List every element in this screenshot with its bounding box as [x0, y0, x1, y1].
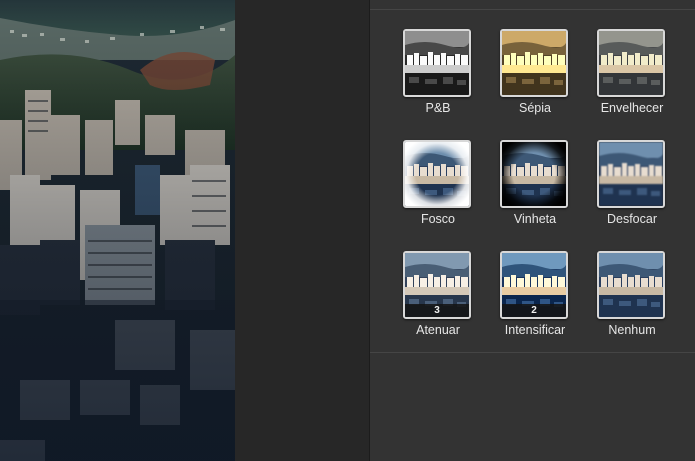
effect-blur-thumbnail[interactable] — [597, 140, 665, 208]
effect-sepia[interactable]: Sépia — [497, 29, 573, 119]
city-photo — [0, 0, 235, 461]
effect-boost-thumbnail[interactable]: 2 — [500, 251, 568, 319]
effect-label: Nenhum — [608, 323, 656, 337]
effect-aged-thumbnail[interactable] — [597, 29, 665, 97]
effect-matte-thumbnail[interactable] — [403, 140, 471, 208]
effect-count-badge: 3 — [405, 304, 469, 317]
effect-label: P&B — [425, 101, 451, 115]
effect-aged[interactable]: Envelhecer — [594, 29, 670, 119]
panel-divider-bottom — [370, 352, 695, 353]
effect-vignette-thumbnail[interactable] — [500, 140, 568, 208]
effect-none-thumbnail[interactable] — [597, 251, 665, 319]
panel-divider-top — [370, 9, 695, 10]
effect-label: Intensificar — [504, 323, 566, 337]
effect-bw-thumbnail[interactable] — [403, 29, 471, 97]
effect-blur[interactable]: Desfocar — [594, 140, 670, 230]
effect-fade[interactable]: 3 Atenuar — [400, 251, 476, 341]
effect-vignette[interactable]: Vinheta — [497, 140, 573, 230]
canvas-gap — [235, 0, 369, 461]
effects-panel: P&B Sépia Envelhecer Fosco Vinheta Desfo… — [369, 0, 695, 461]
effect-bw[interactable]: P&B — [400, 29, 476, 119]
effect-boost[interactable]: 2 Intensificar — [497, 251, 573, 341]
effect-label: Vinheta — [513, 212, 557, 226]
effect-sepia-thumbnail[interactable] — [500, 29, 568, 97]
effect-fade-thumbnail[interactable]: 3 — [403, 251, 471, 319]
effect-label: Atenuar — [416, 323, 460, 337]
effect-count-badge: 2 — [502, 304, 566, 317]
effect-label: Desfocar — [606, 212, 658, 226]
effect-matte[interactable]: Fosco — [400, 140, 476, 230]
effect-label: Fosco — [420, 212, 456, 226]
photo-preview — [0, 0, 235, 461]
effect-none[interactable]: Nenhum — [594, 251, 670, 341]
effect-label: Sépia — [519, 101, 551, 115]
effect-label: Envelhecer — [600, 101, 664, 115]
